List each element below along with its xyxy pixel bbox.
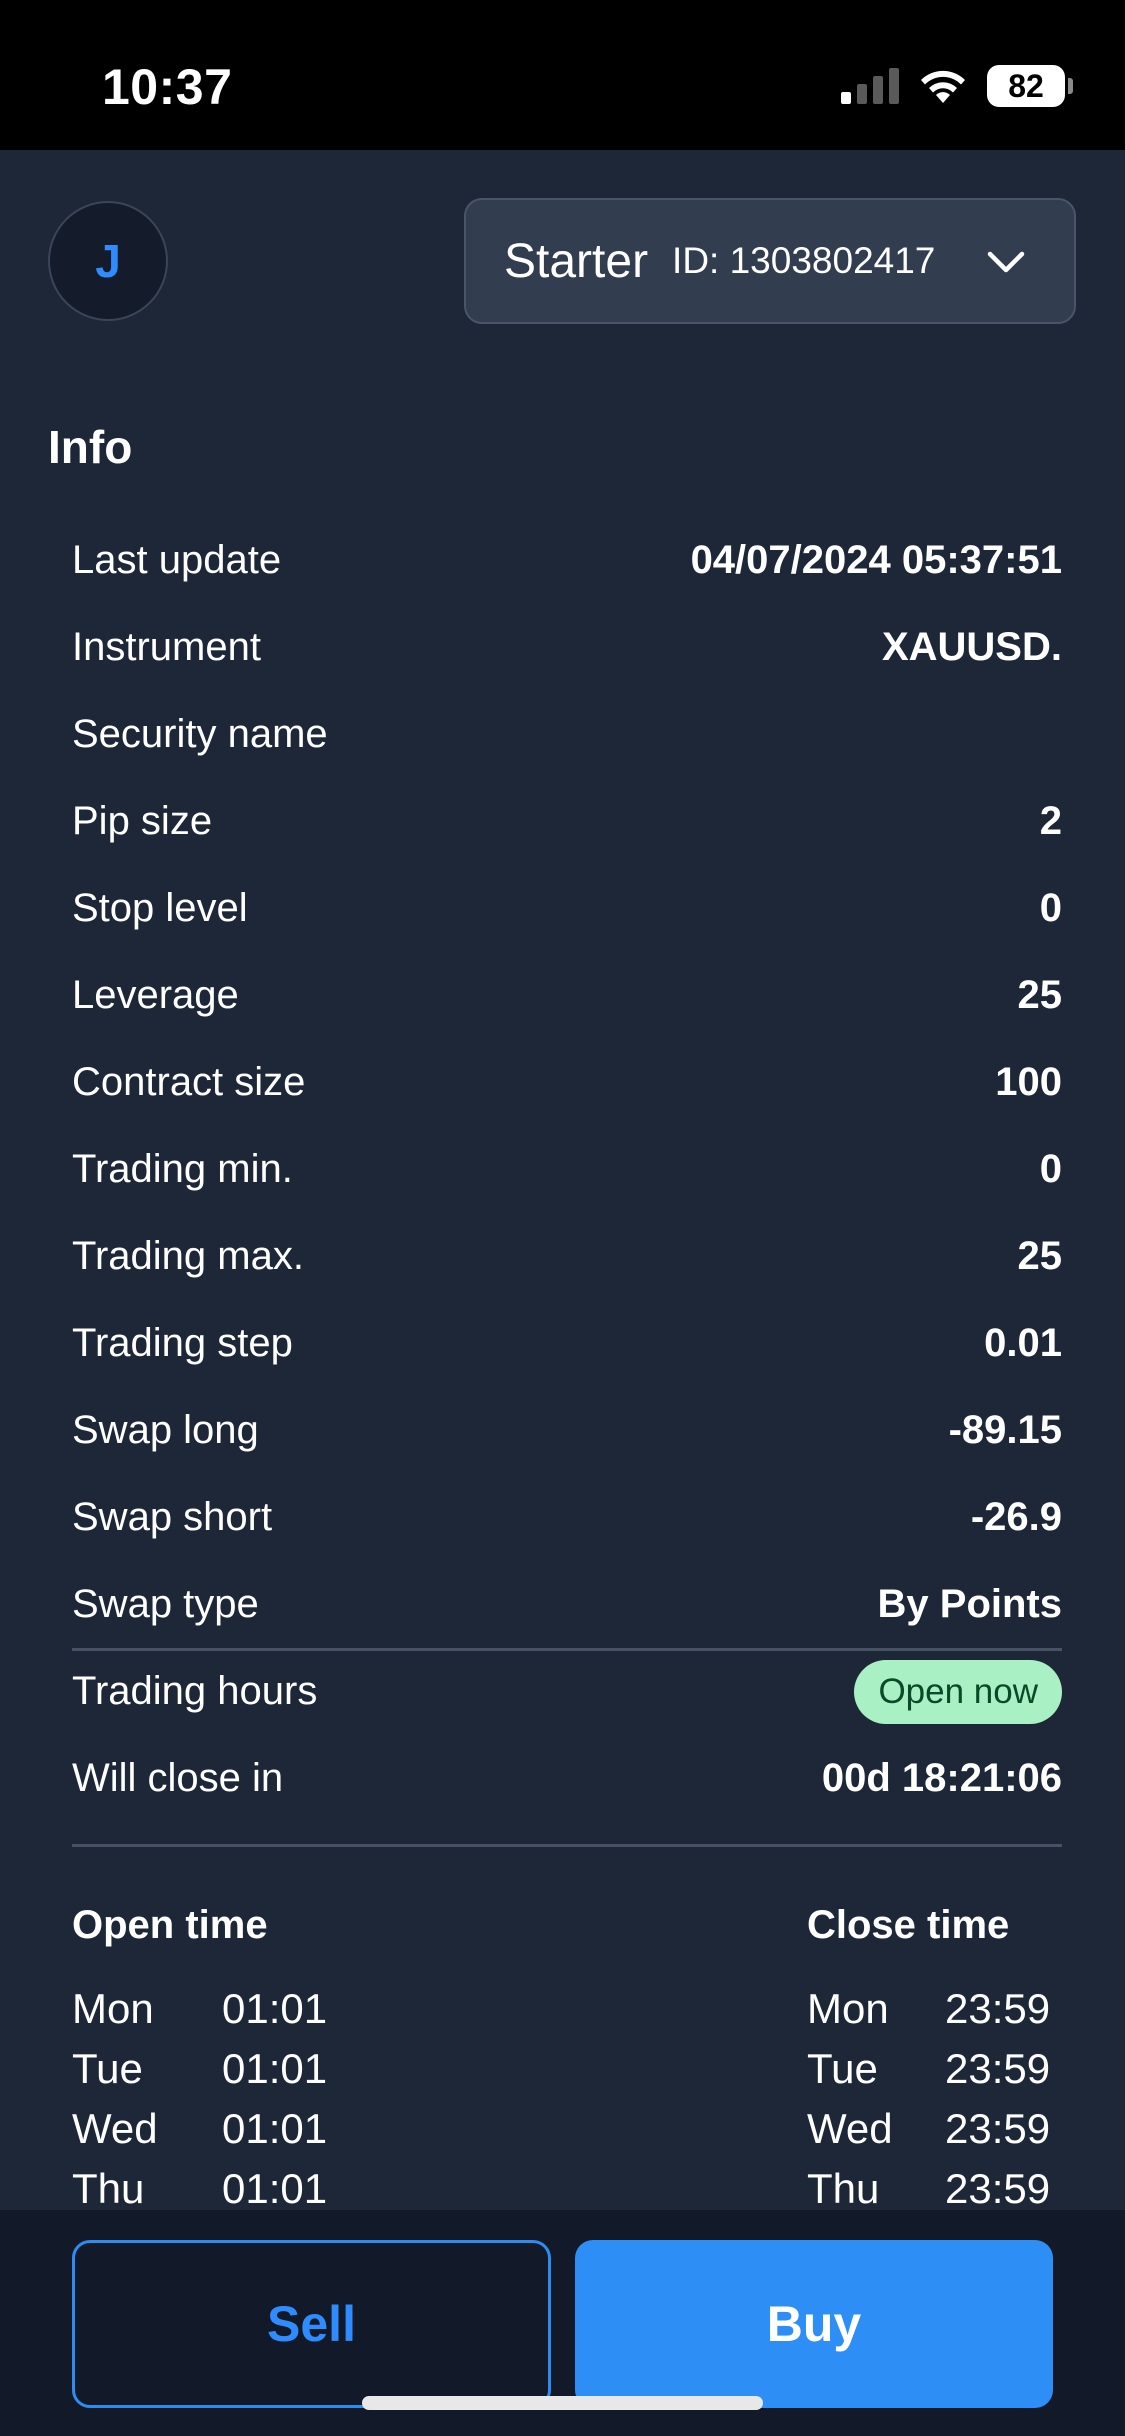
schedule-day: Mon (72, 1985, 154, 2032)
info-row-trading-max: Trading max. 25 (72, 1213, 1062, 1300)
schedule-time: 01:01 (222, 2165, 328, 2210)
info-row-swap-long: Swap long -89.15 (72, 1387, 1062, 1474)
info-row-instrument: Instrument XAUUSD. (72, 604, 1062, 691)
info-label: Swap type (72, 1582, 259, 1626)
battery-level: 82 (1008, 67, 1044, 104)
info-label: Swap short (72, 1495, 273, 1539)
open-time-header: Open time (72, 1903, 268, 1947)
schedule-day: Thu (807, 2165, 880, 2210)
account-id: ID: 1303802417 (672, 240, 936, 281)
info-value: 25 (1017, 1234, 1063, 1278)
avatar[interactable]: J (48, 201, 168, 321)
info-value: 100 (995, 1060, 1062, 1104)
schedule-day: Wed (807, 2105, 893, 2152)
info-row-trading-min: Trading min. 0 (72, 1126, 1062, 1213)
schedule-row: Mon 23:59 (807, 1979, 1050, 2039)
account-type: Starter (504, 234, 649, 288)
schedule-day: Mon (807, 1985, 889, 2032)
info-label: Last update (72, 538, 282, 582)
info-value: 25 (1017, 973, 1063, 1017)
info-label: Security name (72, 712, 328, 756)
home-indicator[interactable] (362, 2396, 763, 2410)
info-value: -26.9 (970, 1495, 1062, 1539)
info-row-pip-size: Pip size 2 (72, 778, 1062, 865)
schedule: Open time Mon 01:01 Tue 01:01 Wed 01:01 … (72, 1895, 1062, 2210)
schedule-time: 23:59 (945, 1985, 1051, 2032)
info-label: Trading step (72, 1321, 293, 1365)
info-value: -89.15 (948, 1408, 1062, 1452)
account-selector[interactable]: Starter ID: 1303802417 (464, 198, 1076, 324)
info-row-swap-type: Swap type By Points (72, 1561, 1062, 1648)
trading-hours-row: Trading hours Open now (72, 1648, 1062, 1735)
schedule-day: Tue (807, 2045, 878, 2092)
info-row-leverage: Leverage 25 (72, 952, 1062, 1039)
info-row-contract-size: Contract size 100 (72, 1039, 1062, 1126)
info-label: Trading min. (72, 1147, 293, 1191)
info-label: Swap long (72, 1408, 259, 1452)
close-time-column: Close time Mon 23:59 Tue 23:59 Wed 23:59… (807, 1895, 1050, 2210)
status-bar: 10:37 82 (0, 0, 1125, 150)
schedule-time: 01:01 (222, 2105, 328, 2152)
schedule-time: 23:59 (945, 2105, 1051, 2152)
info-value: By Points (877, 1582, 1062, 1626)
info-label: Instrument (72, 625, 261, 669)
schedule-day: Thu (72, 2165, 145, 2210)
schedule-row: Wed 23:59 (807, 2099, 1050, 2159)
status-time: 10:37 (102, 59, 233, 115)
close-time-header: Close time (807, 1903, 1010, 1947)
schedule-time: 23:59 (945, 2045, 1051, 2092)
sell-button[interactable]: Sell (72, 2240, 551, 2408)
signal-icon (841, 68, 899, 104)
wifi-icon (921, 70, 965, 103)
schedule-time: 01:01 (222, 2045, 328, 2092)
info-list: Last update 04/07/2024 05:37:51 Instrume… (72, 517, 1062, 1651)
info-value: XAUUSD. (881, 625, 1062, 669)
battery-icon: 82 (987, 65, 1073, 107)
info-row-trading-step: Trading step 0.01 (72, 1300, 1062, 1387)
schedule-row: Thu 01:01 (72, 2159, 327, 2210)
chevron-down-icon (987, 251, 1025, 273)
schedule-day: Tue (72, 2045, 143, 2092)
info-row-last-update: Last update 04/07/2024 05:37:51 (72, 517, 1062, 604)
schedule-row: Wed 01:01 (72, 2099, 327, 2159)
info-label: Contract size (72, 1060, 306, 1104)
schedule-row: Tue 23:59 (807, 2039, 1050, 2099)
schedule-day: Wed (72, 2105, 158, 2152)
info-label: Leverage (72, 973, 239, 1017)
schedule-time: 01:01 (222, 1985, 328, 2032)
will-close-label: Will close in (72, 1756, 284, 1800)
schedule-row: Thu 23:59 (807, 2159, 1050, 2210)
info-row-security-name: Security name (72, 691, 1062, 778)
info-row-stop-level: Stop level 0 (72, 865, 1062, 952)
info-label: Trading max. (72, 1234, 304, 1278)
will-close-value: 00d 18:21:06 (821, 1756, 1062, 1800)
info-value: 0 (1039, 1147, 1062, 1191)
buy-button[interactable]: Buy (575, 2240, 1053, 2408)
info-value: 0 (1039, 886, 1062, 930)
schedule-row: Mon 01:01 (72, 1979, 327, 2039)
open-time-column: Open time Mon 01:01 Tue 01:01 Wed 01:01 … (72, 1895, 327, 2210)
divider (72, 1844, 1062, 1847)
status-badge: Open now (854, 1659, 1062, 1724)
info-row-swap-short: Swap short -26.9 (72, 1474, 1062, 1561)
schedule-row: Tue 01:01 (72, 2039, 327, 2099)
info-value: 2 (1039, 799, 1062, 843)
info-label: Pip size (72, 799, 213, 843)
info-value: 0.01 (984, 1321, 1062, 1365)
info-title: Info (48, 421, 133, 473)
status-indicators: 82 (841, 64, 1073, 108)
trading-hours-label: Trading hours (72, 1669, 318, 1713)
schedule-time: 23:59 (945, 2165, 1051, 2210)
info-label: Stop level (72, 886, 248, 930)
trading-hours-section: Trading hours Open now Will close in 00d… (72, 1648, 1062, 1847)
will-close-row: Will close in 00d 18:21:06 (72, 1735, 1062, 1822)
info-value: 04/07/2024 05:37:51 (690, 538, 1062, 582)
